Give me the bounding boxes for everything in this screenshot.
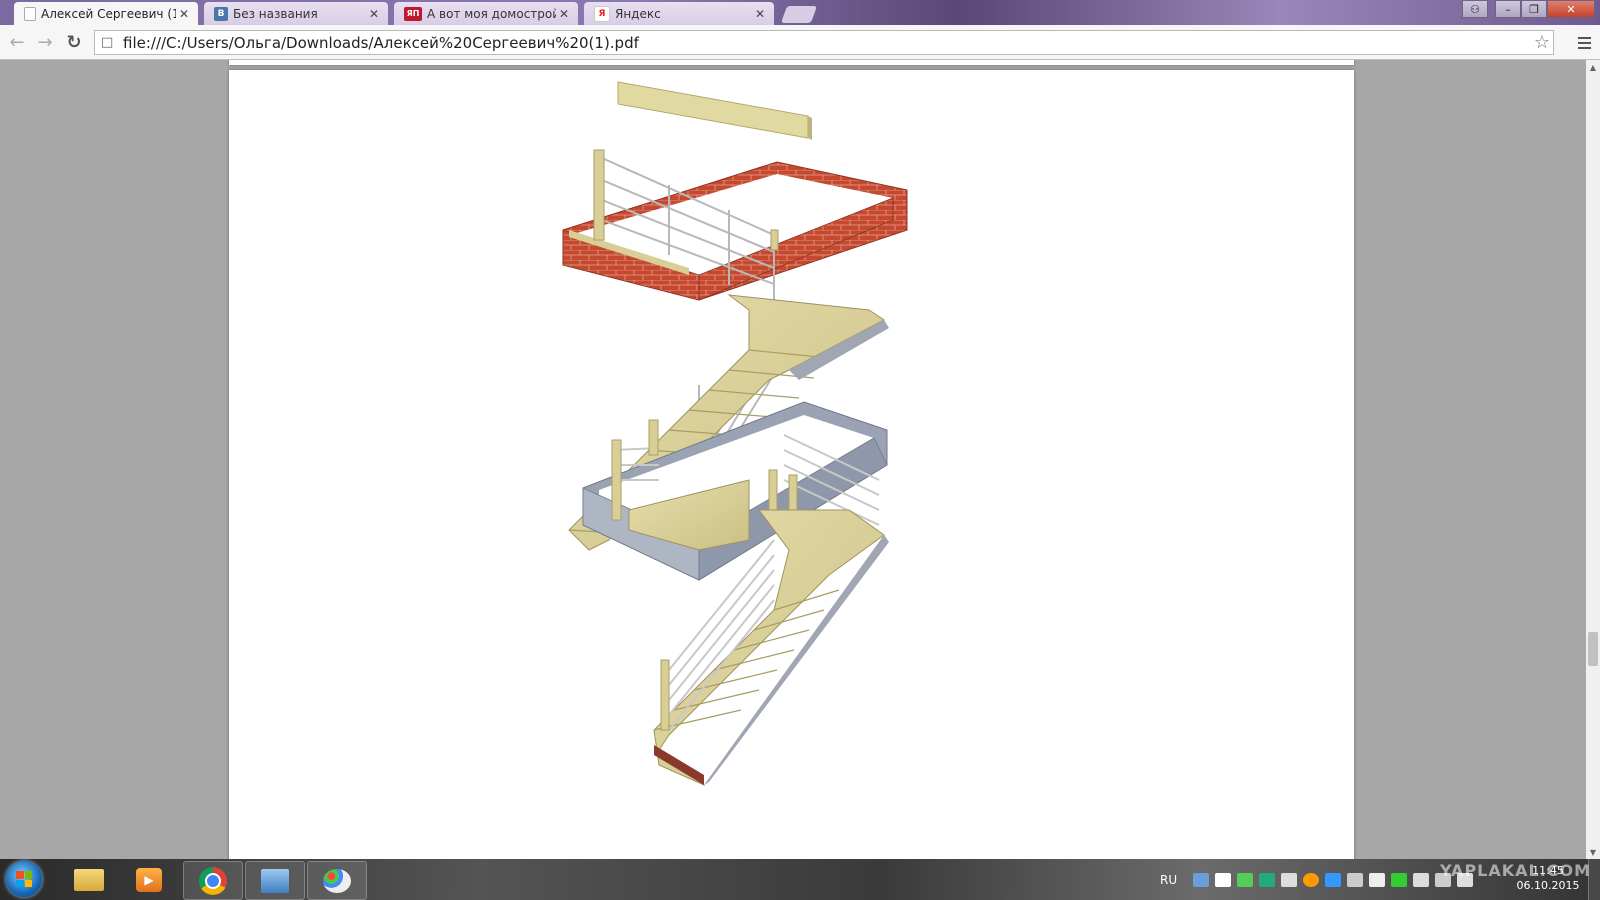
- bookmark-star-icon[interactable]: ☆: [1531, 32, 1553, 53]
- nvidia-icon[interactable]: [1259, 872, 1276, 887]
- update-icon[interactable]: [1237, 872, 1254, 887]
- new-tab-button[interactable]: [780, 6, 818, 23]
- reload-button[interactable]: ↻: [63, 31, 85, 53]
- browser-toolbar: ← → ↻ □ ☆: [0, 25, 1600, 60]
- url-input[interactable]: [123, 33, 1531, 52]
- yandex-icon: Я: [594, 5, 610, 22]
- paint-icon[interactable]: [307, 861, 367, 900]
- tab-pdf[interactable]: Алексей Сергеевич (1).pc ✕: [14, 2, 198, 25]
- close-icon[interactable]: ✕: [556, 7, 572, 21]
- close-icon[interactable]: ✕: [752, 7, 768, 21]
- close-icon[interactable]: ✕: [176, 7, 192, 21]
- scrollbar-thumb[interactable]: [1588, 632, 1598, 666]
- start-button[interactable]: [6, 861, 42, 897]
- tab-yandex[interactable]: Я Яндекс ✕: [584, 2, 774, 25]
- file-manager-icon[interactable]: [245, 861, 305, 900]
- hamburger-icon: [1577, 37, 1591, 39]
- top-beam: [617, 81, 809, 139]
- usb-icon[interactable]: [1347, 872, 1364, 887]
- close-window-button[interactable]: ✕: [1547, 0, 1595, 18]
- yaplakal-icon: ЯП: [404, 6, 422, 21]
- pdf-viewer[interactable]: [0, 60, 1586, 859]
- language-indicator[interactable]: RU: [1160, 873, 1177, 887]
- vertical-scrollbar[interactable]: ▲ ▼: [1586, 60, 1600, 859]
- windows-flag-icon[interactable]: [1215, 872, 1232, 887]
- staircase-drawing: [562, 81, 908, 787]
- menu-button[interactable]: [1574, 33, 1594, 53]
- action-center-flag-icon[interactable]: [1369, 872, 1386, 887]
- system-tray: RU: [1160, 859, 1474, 900]
- brick-opening: [562, 161, 908, 301]
- vk-icon: В: [214, 6, 228, 21]
- tab-strip: Алексей Сергеевич (1).pc ✕ В Без названи…: [0, 0, 1600, 25]
- tab-title: А вот моя домостройка ·: [427, 6, 556, 21]
- newel-post: [593, 149, 605, 241]
- scroll-up-icon[interactable]: ▲: [1586, 60, 1600, 74]
- media-player-icon[interactable]: ▶: [120, 861, 178, 898]
- pdf-page: [229, 70, 1354, 859]
- windows-logo-icon: [16, 871, 32, 887]
- chrome-icon[interactable]: [183, 861, 243, 900]
- address-bar[interactable]: □ ☆: [94, 30, 1554, 55]
- tab-title: Без названия: [233, 6, 318, 21]
- page-icon: □: [101, 35, 114, 50]
- battery-icon[interactable]: [1391, 872, 1408, 887]
- close-icon[interactable]: ✕: [366, 7, 382, 21]
- forward-button[interactable]: →: [34, 31, 56, 53]
- explorer-icon[interactable]: [60, 861, 118, 898]
- scroll-down-icon[interactable]: ▼: [1586, 845, 1600, 859]
- clock-date: 06.10.2015: [1516, 879, 1580, 892]
- network-drive-icon[interactable]: [1193, 872, 1210, 887]
- maximize-button[interactable]: ❐: [1521, 0, 1547, 18]
- pdf-page-previous: [229, 60, 1354, 65]
- tab-vk[interactable]: В Без названия ✕: [204, 2, 388, 25]
- taskbar: ▶ RU 11:45 06.10.2015: [0, 859, 1600, 900]
- power-icon[interactable]: [1413, 872, 1430, 887]
- back-button[interactable]: ←: [6, 31, 28, 53]
- keyboard-icon[interactable]: [1281, 872, 1298, 887]
- bluetooth-icon[interactable]: [1325, 872, 1342, 887]
- tab-title: Алексей Сергеевич (1).pc: [41, 6, 176, 21]
- browser-tray-icon[interactable]: [1303, 872, 1320, 887]
- watermark: YAPLAKAL.COM: [1440, 861, 1592, 880]
- profile-button[interactable]: ⚇: [1462, 0, 1488, 18]
- tab-title: Яндекс: [615, 6, 661, 21]
- tab-yaplakal[interactable]: ЯП А вот моя домостройка · ✕: [394, 2, 578, 25]
- page-icon: [24, 6, 36, 21]
- minimize-button[interactable]: –: [1495, 0, 1521, 18]
